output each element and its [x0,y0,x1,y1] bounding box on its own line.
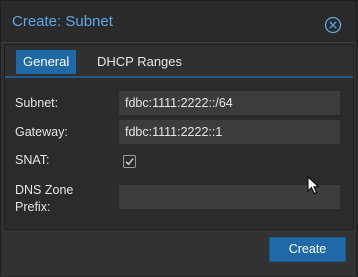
tab-dhcp-ranges[interactable]: DHCP Ranges [90,50,189,74]
gateway-label: Gateway: [15,125,68,139]
dialog-titlebar[interactable]: Create: Subnet [1,1,356,43]
snat-checkbox[interactable] [123,155,136,168]
tab-general[interactable]: General [16,50,77,74]
create-button[interactable]: Create [269,237,346,262]
dialog-title: Create: Subnet [12,13,113,30]
subnet-input[interactable] [119,91,340,115]
checkmark-icon [125,158,134,166]
dns-zone-prefix-label-line1: DNS Zone [15,183,74,197]
tab-bar: General DHCP Ranges [5,45,353,78]
dialog-body: General DHCP Ranges Subnet: Gateway: SNA… [4,44,354,230]
dns-zone-prefix-label-line2: Prefix: [15,200,51,214]
mouse-pointer-icon [307,176,320,195]
snat-label: SNAT: [15,153,50,167]
close-icon[interactable] [324,16,342,34]
dialog-footer: Create [1,230,356,276]
create-subnet-dialog: Create: Subnet General DHCP Ranges Subne… [0,0,357,276]
subnet-label: Subnet: [15,96,59,110]
gateway-input[interactable] [119,120,340,144]
